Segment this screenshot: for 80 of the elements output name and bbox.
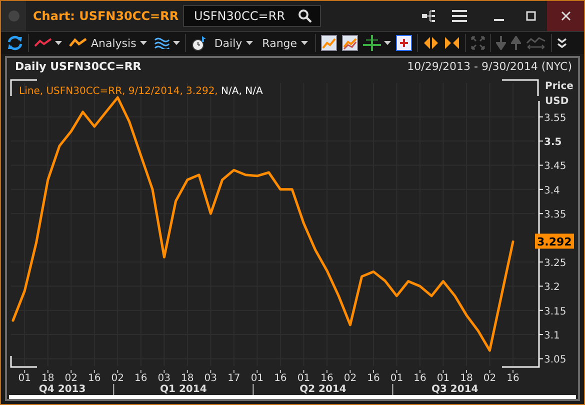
quarter-label: Q3 2014: [431, 384, 478, 395]
quarter-label: Q1 2014: [160, 384, 207, 395]
x-tick-label: 18: [42, 373, 54, 384]
axis-title: Price: [545, 81, 574, 92]
x-tick-label: 01: [390, 373, 404, 384]
x-tick-label: 02: [64, 373, 78, 384]
y-tick-label: 3.05: [544, 354, 566, 366]
frame-corner: [502, 79, 539, 96]
x-tick-label: 03: [158, 373, 171, 384]
caret-icon: [140, 41, 148, 45]
search-field[interactable]: USFN30CC=RR: [183, 5, 321, 27]
chart-title: Daily USFN30CC=RR: [15, 60, 142, 75]
down-arrow-icon[interactable]: [496, 36, 506, 50]
compare-icon[interactable]: [526, 36, 546, 50]
expand-horizontal-icon[interactable]: [423, 36, 440, 50]
axis-title: USD: [545, 96, 569, 107]
fullscreen-icon[interactable]: [471, 36, 486, 50]
search-icon[interactable]: [298, 9, 312, 23]
x-tick-label: 01: [18, 373, 31, 384]
up-arrow-icon[interactable]: [511, 36, 522, 50]
x-tick-label: 18: [460, 373, 473, 384]
collapse-horizontal-icon[interactable]: [444, 36, 460, 50]
x-tick-label: 02: [483, 373, 496, 384]
x-tick-label: 16: [134, 373, 148, 384]
x-tick-label: 03: [204, 373, 218, 384]
interval-dropdown[interactable]: Daily: [212, 36, 256, 50]
y-tick-label: 3.5: [544, 137, 562, 148]
x-tick-label: 16: [88, 373, 101, 384]
y-tick-label: 3.45: [544, 161, 566, 172]
close-button[interactable]: [547, 1, 584, 31]
caret-icon: [246, 41, 254, 45]
y-tick-label: 3.1: [544, 330, 560, 342]
hierarchy-icon[interactable]: [422, 10, 436, 22]
caret-icon[interactable]: [55, 41, 62, 45]
app-logo-icon: [8, 10, 20, 22]
line-chart-icon[interactable]: [34, 38, 52, 48]
x-tick-label: 17: [228, 373, 240, 384]
minimize-icon: [494, 19, 504, 21]
wave-icon[interactable]: [154, 37, 170, 49]
y-tick-label: 3.35: [544, 210, 566, 221]
range-dropdown[interactable]: Range: [260, 36, 310, 50]
close-icon: [560, 11, 570, 21]
y-tick-label: 3.25: [544, 258, 566, 269]
y-tick-label: 3.55: [544, 112, 566, 124]
quarter-label: Q4 2013: [38, 384, 86, 395]
frame-corner: [10, 356, 37, 368]
y-tick-label: 3.4: [544, 185, 560, 196]
chart-icon[interactable]: [321, 35, 338, 51]
x-tick-label: 16: [367, 373, 380, 384]
caret-icon[interactable]: [173, 41, 180, 45]
caret-icon[interactable]: [384, 41, 392, 45]
add-chart-icon[interactable]: [396, 35, 412, 51]
date-range: 10/29/2013 - 9/30/2014 (NYC): [407, 60, 572, 75]
x-tick-label: 16: [414, 373, 426, 384]
x-tick-label: 16: [320, 373, 334, 384]
x-tick-label: 16: [274, 373, 287, 384]
x-tick-label: 02: [111, 373, 124, 384]
x-tick-label: 01: [250, 373, 264, 384]
y-tick-label: 3.15: [544, 306, 566, 318]
chart-overlay-icon[interactable]: [342, 35, 358, 51]
quarter-label: Q2 2014: [300, 384, 346, 395]
more-icon[interactable]: [557, 38, 568, 48]
caret-icon: [301, 41, 308, 45]
maximize-icon: [526, 11, 536, 21]
clock-icon[interactable]: [191, 35, 208, 51]
menu-icon[interactable]: [452, 10, 467, 22]
x-tick-label: 18: [181, 373, 194, 384]
line-chart-icon: [69, 38, 87, 48]
x-tick-label: 01: [297, 373, 310, 384]
crosshair-icon[interactable]: [363, 35, 382, 51]
legend-text: Line, USFN30CC=RR, 9/12/2014, 3.292, N/A, N/A: [19, 86, 263, 97]
refresh-icon[interactable]: [7, 35, 23, 51]
x-tick-label: 16: [506, 373, 520, 384]
x-tick-label: 02: [344, 373, 357, 384]
y-tick-label: 3.2: [544, 282, 560, 294]
last-value-badge: 3.292: [535, 234, 574, 249]
scrollbar[interactable]: [9, 395, 576, 399]
window-title: Chart: USFN30CC=RR: [33, 9, 180, 23]
analysis-menu[interactable]: Analysis: [67, 36, 150, 50]
x-tick-label: 01: [436, 373, 450, 384]
